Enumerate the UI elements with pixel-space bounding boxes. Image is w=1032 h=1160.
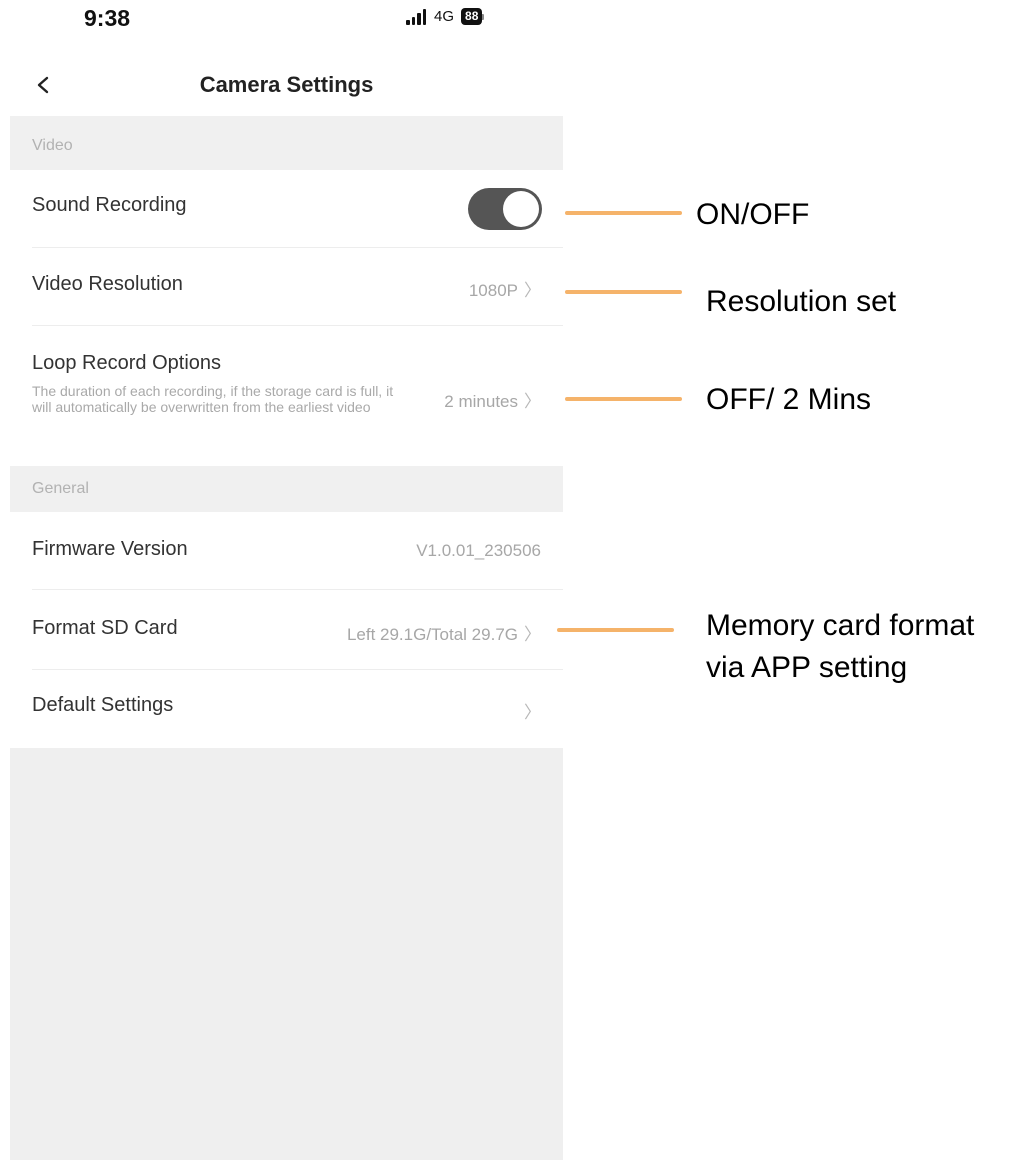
format-sd-value: Left 29.1G/Total 29.7G	[346, 625, 518, 644]
nav-bar: Camera Settings	[10, 60, 563, 112]
callout-loop: OFF/ 2 Mins	[706, 383, 872, 416]
video-resolution-label: Video Resolution	[32, 273, 183, 295]
sound-recording-toggle[interactable]	[468, 188, 542, 230]
battery-icon: 88	[461, 8, 483, 25]
chevron-right-icon: 〉	[524, 392, 541, 411]
callout-format-line2: via APP setting	[706, 651, 908, 684]
section-header-general: General	[10, 466, 563, 512]
default-settings-arrow: 〉	[518, 698, 541, 723]
loop-record-description: The duration of each recording, if the s…	[32, 383, 394, 415]
callout-line-resolution	[565, 290, 682, 294]
network-type: 4G	[434, 8, 455, 25]
firmware-label: Firmware Version	[32, 538, 188, 560]
default-settings-label: Default Settings	[32, 694, 174, 716]
callout-line-format	[557, 628, 674, 632]
callout-format-line1: Memory card format	[706, 609, 975, 642]
callout-resolution: Resolution set	[706, 285, 897, 318]
sound-recording-row: Sound Recording	[10, 170, 563, 248]
status-bar: 9:38 4G 88	[10, 0, 563, 44]
page-title: Camera Settings	[199, 72, 374, 97]
status-indicators: 4G 88	[406, 8, 485, 25]
loop-record-value: 2 minutes	[444, 392, 518, 411]
sound-recording-label: Sound Recording	[32, 194, 187, 216]
loop-record-label: Loop Record Options	[32, 352, 222, 374]
status-time: 9:38	[84, 5, 131, 31]
video-resolution-value: 1080P	[468, 281, 518, 300]
loop-record-value-wrap: 2 minutes 〉	[444, 387, 541, 412]
firmware-value: V1.0.01_230506	[416, 541, 541, 560]
format-sd-label: Format SD Card	[32, 617, 178, 639]
toggle-knob	[503, 191, 539, 227]
callout-sound: ON/OFF	[696, 198, 810, 231]
callout-line-sound	[565, 211, 682, 215]
loop-record-row[interactable]: Loop Record Options The duration of each…	[10, 326, 563, 466]
section-header-video: Video	[10, 116, 563, 170]
default-settings-row[interactable]: Default Settings 〉	[10, 670, 563, 748]
battery-tip	[482, 13, 485, 20]
callout-line-loop	[565, 397, 682, 401]
phone-screen: 9:38 4G 88 Camera Settings Video Sound R…	[10, 0, 563, 1160]
empty-area	[10, 748, 563, 1160]
format-sd-value-wrap: Left 29.1G/Total 29.7G 〉	[347, 620, 541, 645]
signal-icon	[406, 8, 426, 25]
chevron-right-icon: 〉	[524, 625, 541, 644]
chevron-right-icon: 〉	[524, 703, 541, 722]
video-resolution-row[interactable]: Video Resolution 1080P 〉	[10, 248, 563, 326]
format-sd-row[interactable]: Format SD Card Left 29.1G/Total 29.7G 〉	[10, 590, 563, 670]
video-resolution-value-wrap: 1080P 〉	[469, 276, 541, 301]
firmware-row: Firmware Version V1.0.01_230506	[10, 512, 563, 590]
chevron-right-icon: 〉	[524, 281, 541, 300]
